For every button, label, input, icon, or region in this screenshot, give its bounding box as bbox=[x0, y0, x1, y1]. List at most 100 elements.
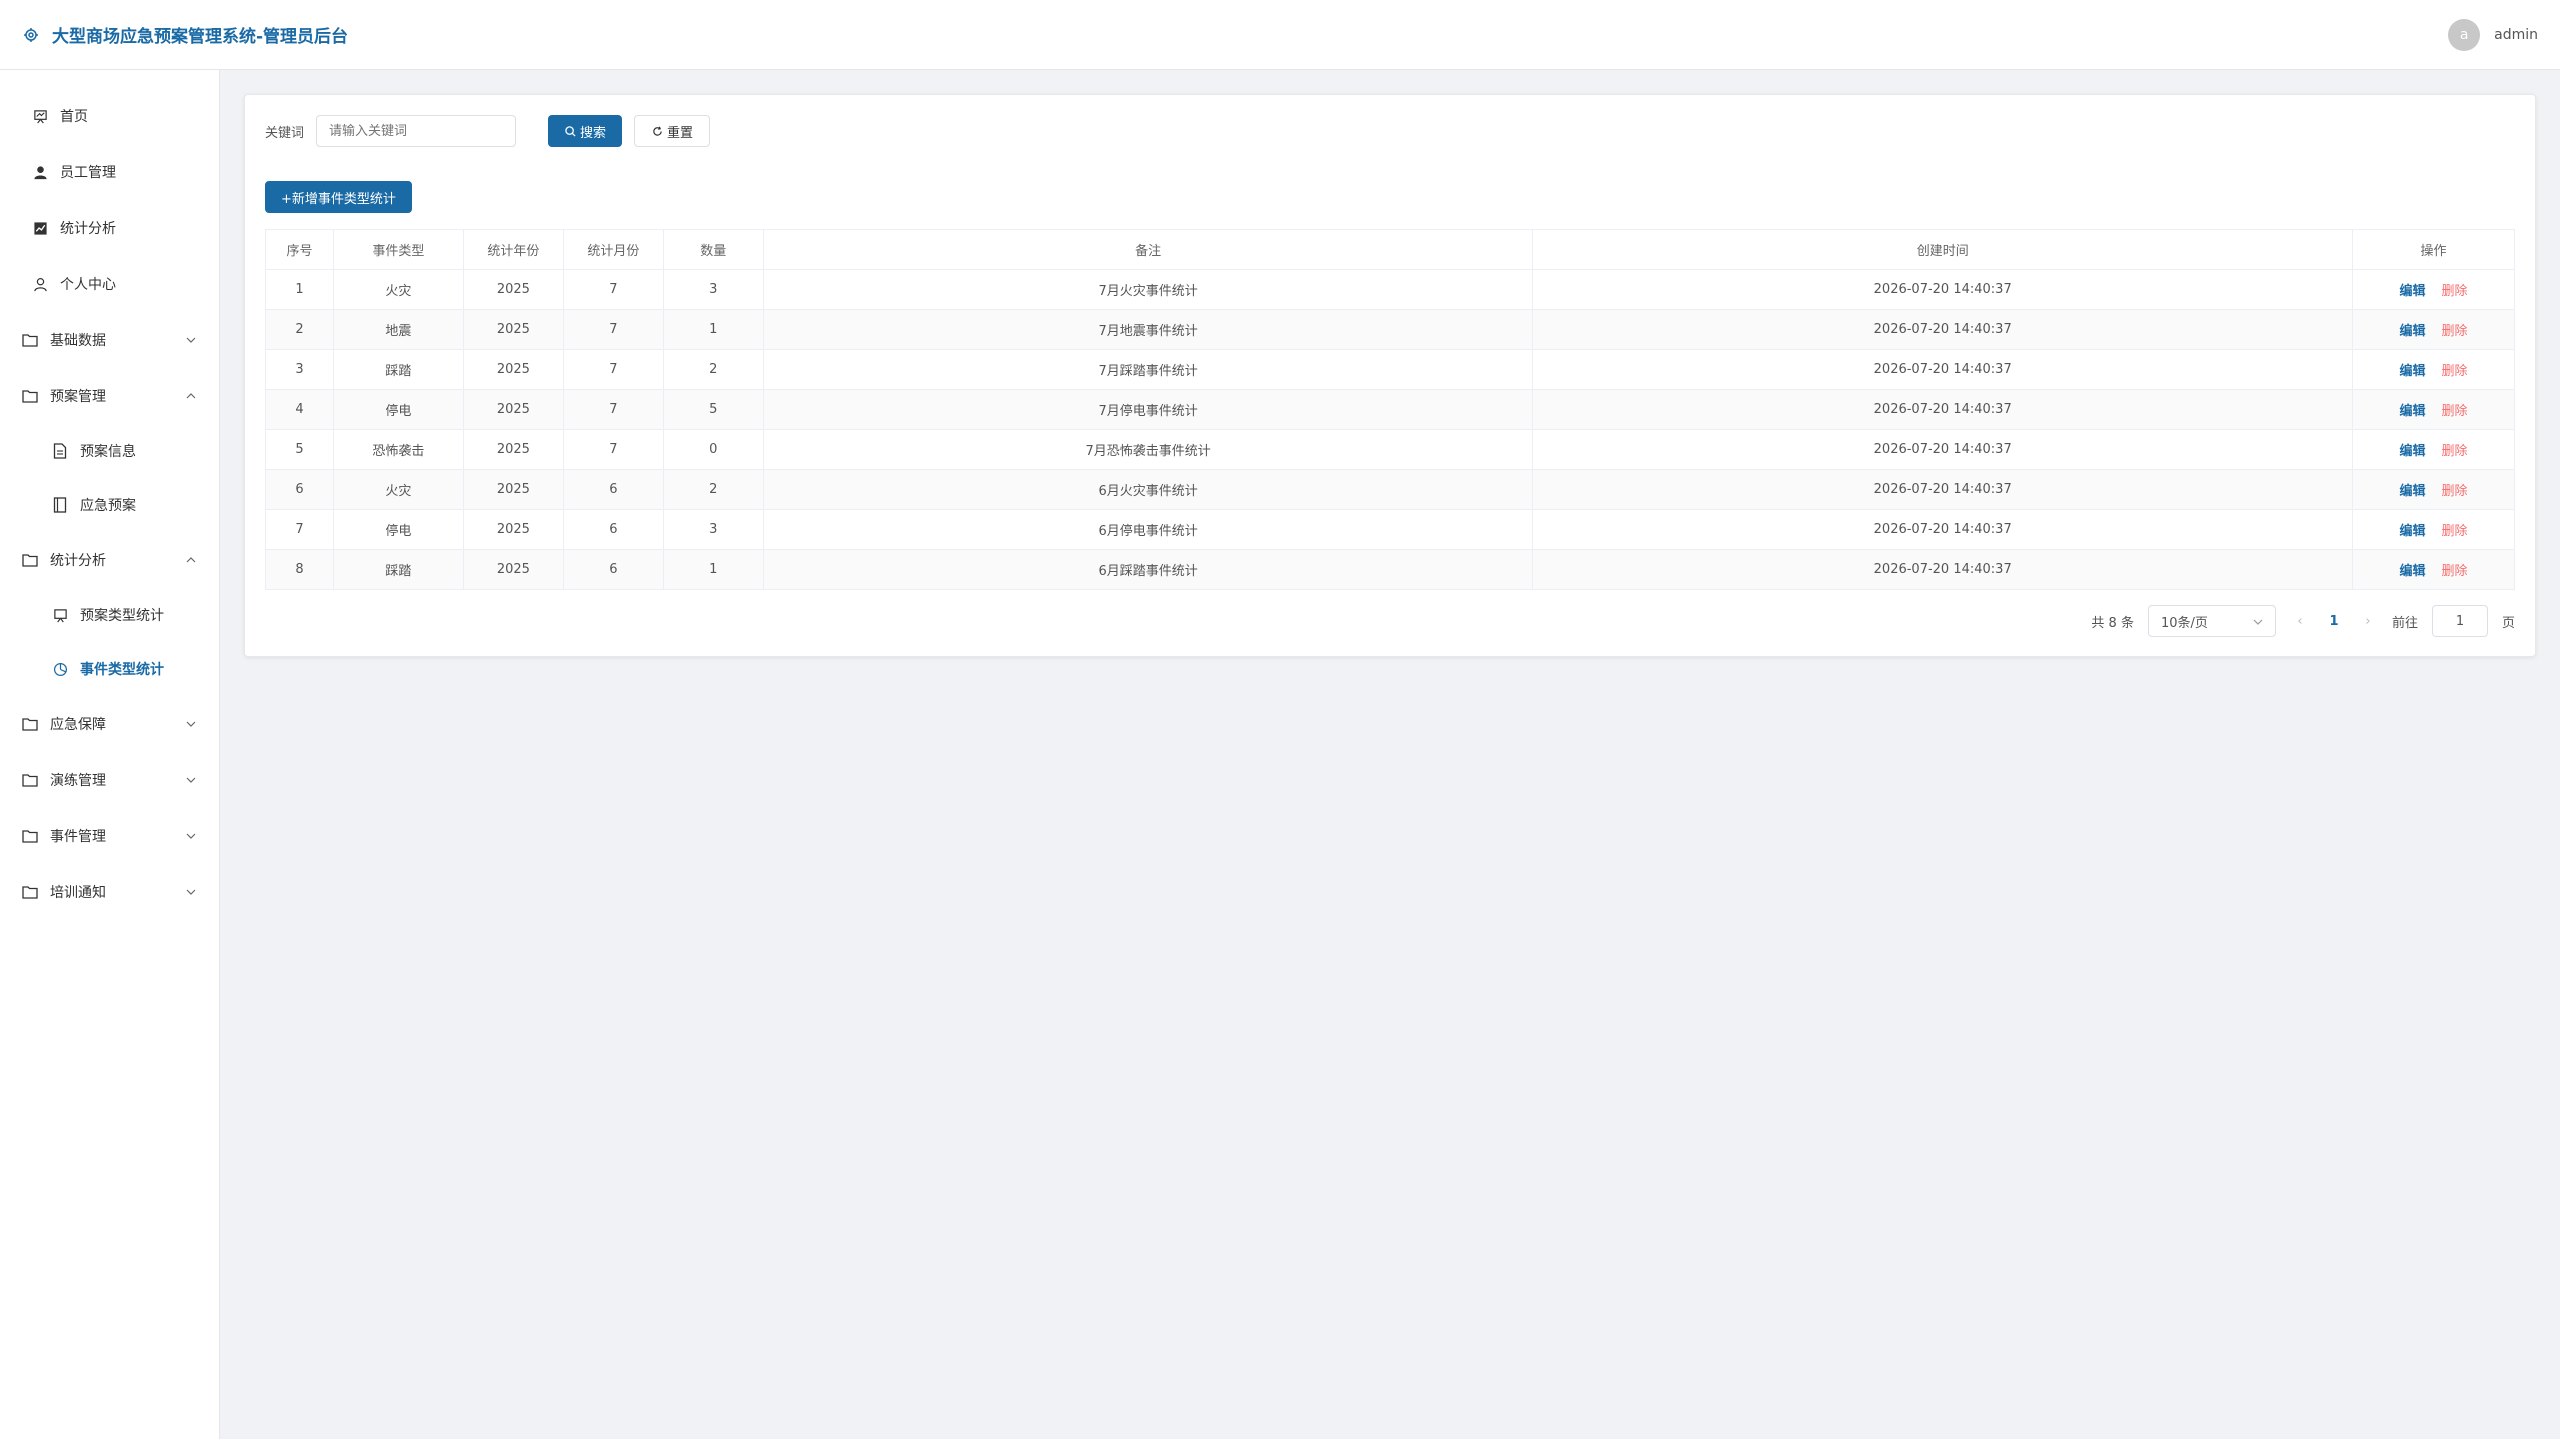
add-event-type-stat-button[interactable]: +新增事件类型统计 bbox=[265, 181, 412, 213]
cell: 3 bbox=[662, 269, 764, 310]
sidebar-item-event-type-stats[interactable]: 事件类型统计 bbox=[0, 642, 219, 696]
delete-link[interactable]: 删除 bbox=[2442, 484, 2468, 499]
delete-link[interactable]: 删除 bbox=[2442, 404, 2468, 419]
table-row: 5 恐怖袭击 2025 7 0 7月恐怖袭击事件统计 2026-07-20 14:40:37… bbox=[265, 429, 2515, 470]
refresh-icon bbox=[651, 125, 663, 137]
edit-link[interactable]: 编辑 bbox=[2399, 404, 2425, 419]
user-menu[interactable]: a admin bbox=[2448, 18, 2538, 51]
column-header: 统计月份 bbox=[562, 229, 664, 270]
edit-link[interactable]: 编辑 bbox=[2399, 484, 2425, 499]
avatar[interactable]: a bbox=[2448, 18, 2481, 51]
edit-link[interactable]: 编辑 bbox=[2399, 364, 2425, 379]
sidebar-item-staff[interactable]: 员工管理 bbox=[0, 144, 219, 200]
page-size-select[interactable]: 10条/页 bbox=[2147, 605, 2276, 637]
sidebar-item-stats[interactable]: 统计分析 bbox=[0, 200, 219, 256]
sidebar-item-label: 预案信息 bbox=[80, 444, 136, 460]
sidebar-item-label: 应急预案 bbox=[80, 498, 136, 514]
delete-link[interactable]: 删除 bbox=[2442, 284, 2468, 299]
cell: 2026-07-20 14:40:37 bbox=[1532, 309, 2354, 350]
cell: 7月火灾事件统计 bbox=[762, 269, 1534, 310]
goto-page-input[interactable]: 1 bbox=[2431, 605, 2488, 637]
cell: 停电 bbox=[332, 509, 464, 550]
content-card: 关键词 搜索 重置 +新增事件类型统计 序号 事件类型 统计年份 统计月份 数量… bbox=[244, 94, 2536, 657]
cell: 2025 bbox=[462, 549, 564, 590]
delete-link[interactable]: 删除 bbox=[2442, 524, 2468, 539]
sidebar-item-profile[interactable]: 个人中心 bbox=[0, 256, 219, 312]
cell: 3 bbox=[265, 349, 334, 390]
app-title: 大型商场应急预案管理系统-管理员后台 bbox=[52, 27, 349, 47]
cell: 8 bbox=[265, 549, 334, 590]
edit-link[interactable]: 编辑 bbox=[2399, 324, 2425, 339]
cell: 2026-07-20 14:40:37 bbox=[1532, 389, 2354, 430]
cell: 2026-07-20 14:40:37 bbox=[1532, 549, 2354, 590]
reset-button[interactable]: 重置 bbox=[634, 115, 711, 147]
edit-link[interactable]: 编辑 bbox=[2399, 564, 2425, 579]
sidebar-item-plan-type-stats[interactable]: 预案类型统计 bbox=[0, 588, 219, 642]
cell: 2025 bbox=[462, 429, 564, 470]
chevron-down-icon bbox=[185, 886, 197, 898]
sidebar-item-label: 应急保障 bbox=[50, 717, 106, 733]
cell: 3 bbox=[662, 509, 764, 550]
cell: 6 bbox=[562, 469, 664, 510]
home-icon bbox=[32, 108, 48, 124]
sidebar-folder-training-notice[interactable]: 培训通知 bbox=[0, 864, 219, 920]
folder-icon bbox=[22, 388, 38, 404]
user-icon bbox=[32, 164, 48, 180]
table-row: 2 地震 2025 7 1 7月地震事件统计 2026-07-20 14:40:37 编辑 删… bbox=[265, 309, 2515, 350]
sidebar-folder-drill-management[interactable]: 演练管理 bbox=[0, 752, 219, 808]
reset-button-label: 重置 bbox=[667, 124, 694, 140]
actions-cell: 编辑 删除 bbox=[2352, 509, 2515, 550]
delete-link[interactable]: 删除 bbox=[2442, 324, 2468, 339]
cell: 1 bbox=[662, 309, 764, 350]
delete-link[interactable]: 删除 bbox=[2442, 564, 2468, 579]
sidebar-item-label: 事件类型统计 bbox=[80, 662, 164, 678]
search-icon bbox=[564, 125, 576, 137]
actions-cell: 编辑 删除 bbox=[2352, 309, 2515, 350]
cell: 6 bbox=[562, 509, 664, 550]
brand: 大型商场应急预案管理系统-管理员后台 bbox=[22, 22, 348, 47]
cell: 6 bbox=[562, 549, 664, 590]
next-page-icon[interactable]: › bbox=[2358, 614, 2378, 629]
sidebar-folder-emergency-support[interactable]: 应急保障 bbox=[0, 696, 219, 752]
column-header: 序号 bbox=[265, 229, 334, 270]
actions-cell: 编辑 删除 bbox=[2352, 389, 2515, 430]
page-number[interactable]: 1 bbox=[2324, 614, 2344, 629]
table-header-row: 序号 事件类型 统计年份 统计月份 数量 备注 创建时间 操作 bbox=[265, 229, 2515, 270]
folder-icon bbox=[22, 884, 38, 900]
sidebar-folder-statistics[interactable]: 统计分析 bbox=[0, 532, 219, 588]
book-icon bbox=[52, 497, 68, 513]
search-button[interactable]: 搜索 bbox=[548, 115, 623, 147]
search-button-label: 搜索 bbox=[580, 124, 607, 140]
cell: 7月恐怖袭击事件统计 bbox=[762, 429, 1534, 470]
chart-icon bbox=[32, 220, 48, 236]
edit-link[interactable]: 编辑 bbox=[2399, 524, 2425, 539]
cell: 2025 bbox=[462, 349, 564, 390]
cell: 2026-07-20 14:40:37 bbox=[1532, 349, 2354, 390]
edit-link[interactable]: 编辑 bbox=[2399, 444, 2425, 459]
sidebar-item-label: 个人中心 bbox=[60, 277, 116, 293]
sidebar-item-label: 统计分析 bbox=[60, 221, 116, 237]
folder-icon bbox=[22, 716, 38, 732]
pie-icon bbox=[52, 661, 68, 677]
sidebar-item-home[interactable]: 首页 bbox=[0, 88, 219, 144]
delete-link[interactable]: 删除 bbox=[2442, 444, 2468, 459]
cell: 2025 bbox=[462, 509, 564, 550]
sidebar-item-plan-info[interactable]: 预案信息 bbox=[0, 424, 219, 478]
cell: 7 bbox=[562, 349, 664, 390]
sidebar-item-label: 事件管理 bbox=[50, 829, 106, 845]
edit-link[interactable]: 编辑 bbox=[2399, 284, 2425, 299]
sidebar-folder-event-management[interactable]: 事件管理 bbox=[0, 808, 219, 864]
cell: 7 bbox=[562, 309, 664, 350]
prev-page-icon[interactable]: ‹ bbox=[2290, 614, 2310, 629]
table-row: 8 踩踏 2025 6 1 6月踩踏事件统计 2026-07-20 14:40:37 编辑 删… bbox=[265, 549, 2515, 590]
sidebar-item-emergency-plan[interactable]: 应急预案 bbox=[0, 478, 219, 532]
sidebar-folder-basic-data[interactable]: 基础数据 bbox=[0, 312, 219, 368]
keyword-input[interactable] bbox=[316, 115, 517, 147]
sidebar-folder-plan-management[interactable]: 预案管理 bbox=[0, 368, 219, 424]
actions-cell: 编辑 删除 bbox=[2352, 429, 2515, 470]
cell: 0 bbox=[662, 429, 764, 470]
sidebar-item-label: 培训通知 bbox=[50, 885, 106, 901]
username[interactable]: admin bbox=[2494, 27, 2538, 43]
actions-cell: 编辑 删除 bbox=[2352, 469, 2515, 510]
delete-link[interactable]: 删除 bbox=[2442, 364, 2468, 379]
